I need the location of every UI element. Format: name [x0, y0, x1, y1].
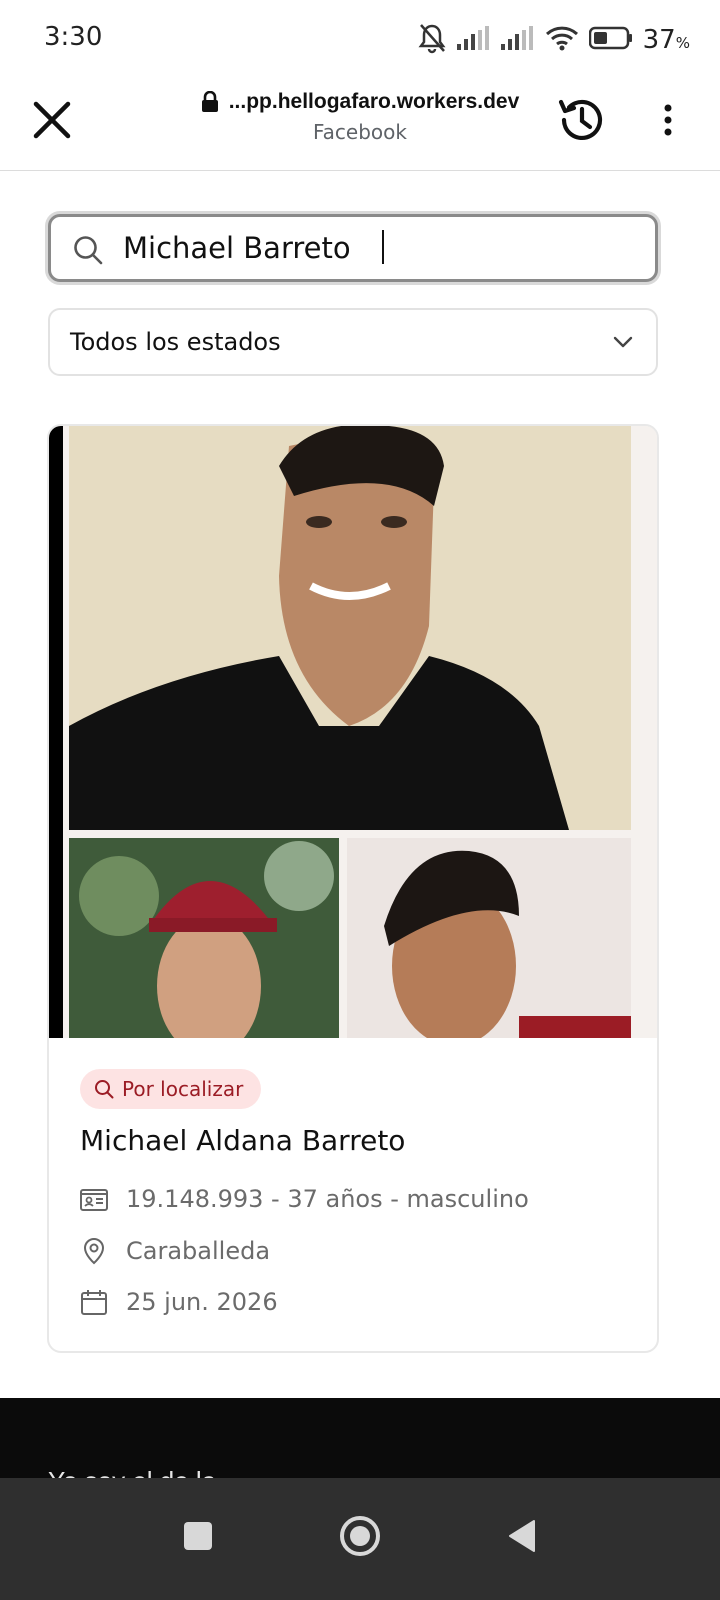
search-icon: [74, 236, 103, 265]
signal-icon: [500, 25, 535, 55]
person-name: Michael Aldana Barreto: [80, 1124, 406, 1157]
text-caret: [382, 230, 384, 264]
recents-button[interactable]: [168, 1506, 228, 1566]
status-badge-label: Por localizar: [122, 1077, 244, 1101]
date-info: 25 jun. 2026: [126, 1288, 278, 1316]
status-time: 3:30: [44, 22, 103, 52]
status-bar: 3:30 37%: [0, 0, 720, 78]
back-triangle-icon: [509, 1520, 535, 1552]
id-card-icon: [80, 1189, 108, 1211]
search-input[interactable]: [123, 223, 623, 273]
status-badge: Por localizar: [80, 1069, 262, 1109]
location-row: Caraballeda: [80, 1237, 270, 1265]
battery-unit: %: [675, 34, 690, 52]
battery-icon: [588, 26, 633, 55]
browser-toolbar: ...pp.hellogafaro.workers.dev Facebook: [0, 78, 720, 171]
search-box[interactable]: [48, 214, 658, 282]
home-button[interactable]: [330, 1506, 390, 1566]
url-area[interactable]: ...pp.hellogafaro.workers.dev Facebook: [190, 90, 530, 144]
status-filter-value: Todos los estados: [70, 328, 281, 356]
history-icon: [558, 99, 603, 141]
url-line: ...pp.hellogafaro.workers.dev: [190, 90, 530, 114]
footer-text: Yo soy el de la: [48, 1466, 216, 1478]
lock-icon: [201, 91, 218, 112]
signal-icon: [456, 25, 491, 55]
system-nav-bar: [0, 1478, 720, 1600]
calendar-icon: [81, 1290, 107, 1315]
page-footer: Yo soy el de la: [0, 1398, 720, 1478]
chevron-down-icon: [613, 336, 633, 348]
battery-text: 37%: [643, 25, 690, 55]
person-photo: [49, 426, 657, 1038]
bell-off-icon: [417, 22, 447, 59]
home-circle-icon: [340, 1516, 380, 1556]
close-icon: [33, 101, 71, 139]
back-button[interactable]: [492, 1506, 552, 1566]
close-button[interactable]: [30, 98, 74, 142]
location-info: Caraballeda: [126, 1237, 271, 1265]
history-button[interactable]: [555, 94, 607, 146]
status-icons: 37%: [417, 20, 690, 60]
status-filter-select[interactable]: Todos los estados: [48, 308, 658, 376]
wifi-icon: [545, 25, 579, 56]
date-row: 25 jun. 2026: [80, 1288, 278, 1316]
id-info: 19.148.993 - 37 años - masculino: [126, 1185, 529, 1213]
more-vert-icon: [664, 104, 672, 136]
battery-percent: 37: [642, 25, 676, 55]
search-icon: [95, 1080, 114, 1099]
location-pin-icon: [83, 1238, 105, 1265]
site-name: Facebook: [313, 120, 407, 144]
square-icon: [184, 1522, 212, 1550]
url-text: ...pp.hellogafaro.workers.dev: [228, 90, 520, 113]
more-options-button[interactable]: [650, 98, 686, 142]
id-row: 19.148.993 - 37 años - masculino: [80, 1185, 529, 1213]
person-card[interactable]: Por localizar Michael Aldana Barreto 19.…: [47, 424, 659, 1353]
